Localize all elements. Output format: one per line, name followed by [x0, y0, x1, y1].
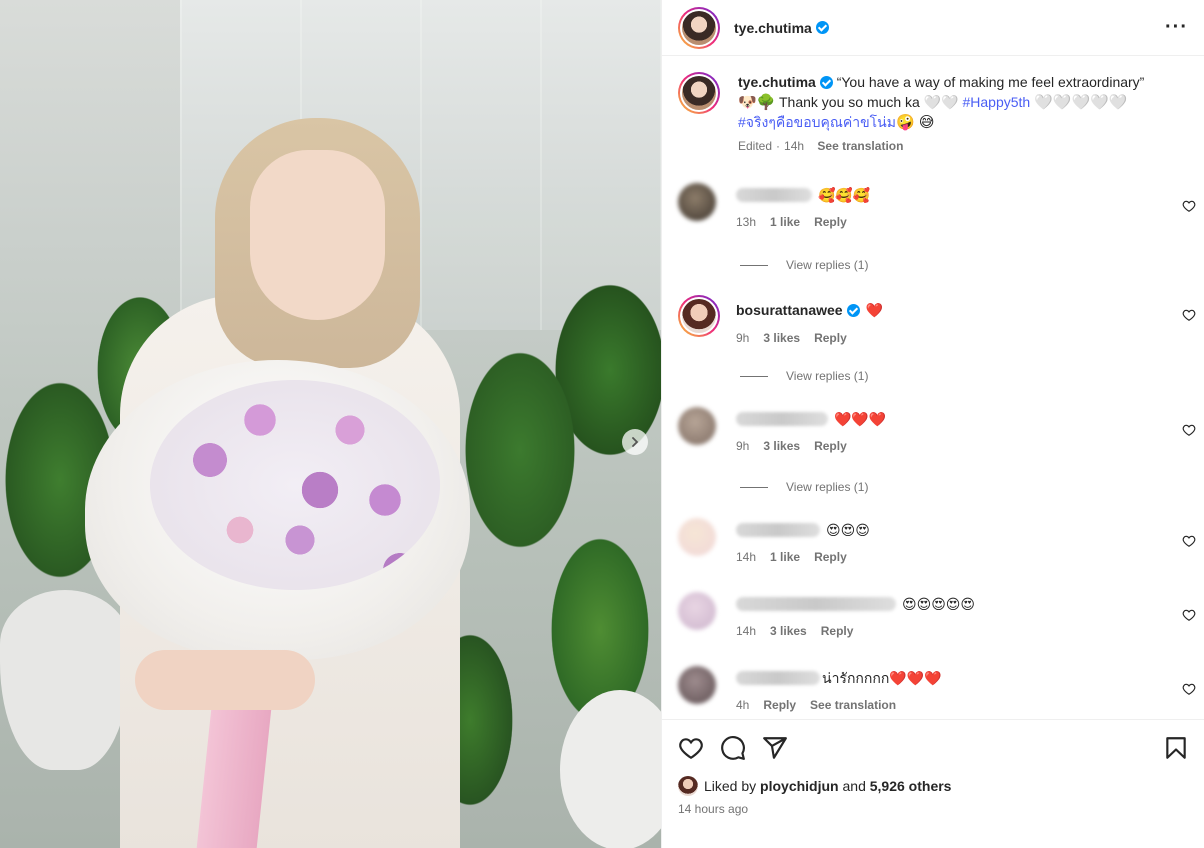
caption-quote: “You have a way of making me feel extrao…	[836, 74, 1145, 90]
commenter-avatar[interactable]	[678, 295, 720, 337]
comment-likes[interactable]: 1 like	[770, 215, 800, 229]
like-comment-heart-icon[interactable]	[1182, 308, 1196, 322]
reply-button[interactable]: Reply	[814, 439, 847, 453]
reply-button[interactable]: Reply	[814, 550, 847, 564]
post-panel: tye.chutima ··· tye.chutima “You have a …	[661, 0, 1204, 848]
comment-text: 😍😍😍	[826, 522, 870, 538]
caption-emoji: 🐶🌳	[738, 94, 776, 111]
comment-time[interactable]: 14h	[736, 550, 756, 564]
heart-icon[interactable]	[678, 735, 704, 761]
reply-button[interactable]: Reply	[763, 698, 796, 712]
post-header: tye.chutima ···	[662, 0, 1204, 56]
comment-text: ❤️	[865, 302, 884, 318]
see-translation-link[interactable]: See translation	[810, 698, 896, 712]
caption: tye.chutima “You have a way of making me…	[678, 72, 1193, 154]
comment-likes[interactable]: 3 likes	[763, 439, 800, 453]
author-avatar[interactable]	[678, 6, 720, 49]
edited-label: Edited	[738, 139, 773, 153]
comment: bosurattanawee ❤️ 9h 3 likes Reply	[678, 295, 1196, 345]
bookmark-icon[interactable]	[1163, 735, 1189, 761]
like-comment-heart-icon[interactable]	[1182, 682, 1196, 696]
caption-time[interactable]: 14h	[784, 139, 804, 153]
person-face	[250, 150, 385, 320]
caption-body: tye.chutima “You have a way of making me…	[738, 72, 1144, 154]
reply-button[interactable]: Reply	[821, 624, 854, 638]
view-replies-button[interactable]: View replies (1)	[740, 480, 868, 494]
comment-time[interactable]: 13h	[736, 215, 756, 229]
see-translation-link[interactable]: See translation	[817, 139, 903, 153]
comment: 😍😍😍😍😍 14h 3 likes Reply	[678, 592, 1196, 642]
verified-badge-icon	[815, 21, 829, 34]
more-options-icon[interactable]: ···	[1165, 16, 1188, 39]
post-actions: Liked by ploychidjun and 5,926 others 14…	[662, 719, 1204, 816]
view-replies-button[interactable]: View replies (1)	[740, 258, 868, 272]
commenter-username[interactable]: bosurattanawee	[736, 302, 843, 318]
comment-text: 😍😍😍😍😍	[902, 596, 975, 612]
caption-emoji-suffix: 🤪 😅	[895, 114, 935, 131]
commenter-username-blurred[interactable]	[736, 412, 828, 426]
commenter-username-blurred[interactable]	[736, 523, 820, 537]
like-comment-heart-icon[interactable]	[1182, 199, 1196, 213]
like-comment-heart-icon[interactable]	[1182, 423, 1196, 437]
reply-button[interactable]: Reply	[814, 215, 847, 229]
commenter-avatar[interactable]	[678, 183, 716, 221]
person-hands	[135, 650, 315, 710]
view-replies-label: View replies (1)	[786, 258, 869, 272]
commenter-username-blurred[interactable]	[736, 597, 896, 611]
comment-icon[interactable]	[720, 735, 746, 761]
liked-by-label: Liked by	[704, 778, 757, 794]
commenter-avatar[interactable]	[678, 407, 716, 445]
comment-likes[interactable]: 3 likes	[763, 331, 800, 345]
likes-and: and	[842, 778, 866, 794]
reply-button[interactable]: Reply	[814, 331, 847, 345]
commenter-avatar[interactable]	[678, 592, 716, 630]
comment: 😍😍😍 14h 1 like Reply	[678, 518, 1196, 568]
post-timestamp[interactable]: 14 hours ago	[678, 802, 1189, 816]
comment: น่ารักกกกก❤️❤️❤️ 4h Reply See translation	[678, 666, 1196, 716]
view-replies-label: View replies (1)	[786, 480, 869, 494]
view-replies-button[interactable]: View replies (1)	[740, 369, 868, 383]
liker-username[interactable]: ploychidjun	[760, 778, 839, 794]
verified-badge-icon	[819, 76, 833, 89]
comment-time[interactable]: 9h	[736, 331, 749, 345]
comment-likes[interactable]: 1 like	[770, 550, 800, 564]
like-comment-heart-icon[interactable]	[1182, 534, 1196, 548]
commenter-avatar[interactable]	[678, 666, 716, 704]
comment-likes[interactable]: 3 likes	[770, 624, 807, 638]
caption-hearts: 🤍🤍🤍🤍🤍	[1034, 94, 1128, 111]
author-username[interactable]: tye.chutima	[734, 20, 812, 36]
liker-avatar[interactable]	[678, 776, 698, 796]
hashtag-link[interactable]: #จริงๆคือขอบคุณค่าขโน่ม	[738, 114, 896, 130]
post-image[interactable]	[0, 0, 661, 848]
verified-badge-icon	[846, 303, 860, 317]
comment-time[interactable]: 14h	[736, 624, 756, 638]
caption-username[interactable]: tye.chutima	[738, 74, 816, 90]
likes-summary: Liked by ploychidjun and 5,926 others	[678, 776, 1189, 796]
bouquet-roses	[150, 380, 440, 590]
comment: 🥰🥰🥰 13h 1 like Reply	[678, 183, 1196, 233]
comment: ❤️❤️❤️ 9h 3 likes Reply	[678, 407, 1196, 457]
comment-text: 🥰🥰🥰	[818, 187, 871, 203]
commenter-username-blurred[interactable]	[736, 671, 820, 685]
chevron-right-icon	[632, 437, 639, 447]
comment-time[interactable]: 4h	[736, 698, 749, 712]
comment-text: น่ารักกกกก❤️❤️❤️	[822, 670, 942, 686]
comment-time[interactable]: 9h	[736, 439, 749, 453]
next-image-button[interactable]	[622, 429, 648, 455]
caption-avatar[interactable]	[678, 72, 720, 114]
background-planter	[0, 590, 130, 770]
share-icon[interactable]	[762, 735, 788, 761]
commenter-avatar[interactable]	[678, 518, 716, 556]
caption-meta: Edited · 14h See translation	[738, 139, 904, 153]
comment-text: ❤️❤️❤️	[834, 411, 887, 427]
caption-thanks: Thank you so much ka 🤍🤍	[779, 94, 959, 110]
hashtag-link[interactable]: #Happy5th	[963, 94, 1031, 110]
view-replies-label: View replies (1)	[786, 369, 869, 383]
likes-count[interactable]: 5,926 others	[870, 778, 952, 794]
like-comment-heart-icon[interactable]	[1182, 608, 1196, 622]
commenter-username-blurred[interactable]	[736, 188, 812, 202]
